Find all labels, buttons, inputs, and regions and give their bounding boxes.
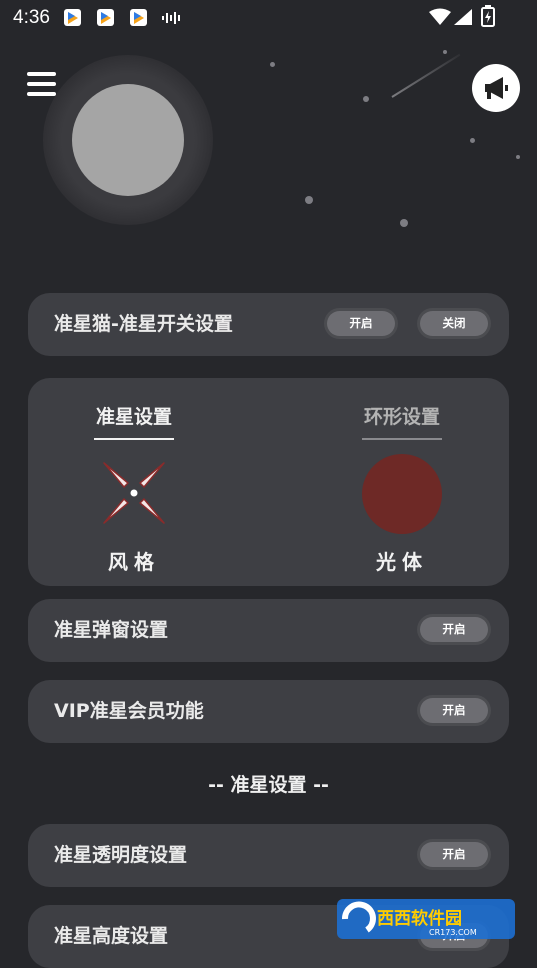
- app-badge-icon: [64, 9, 81, 26]
- megaphone-icon: [485, 77, 508, 99]
- crosshair-style-card: 准星设置 环形设置 风格 光体: [28, 378, 509, 586]
- opacity-settings-row: 准星透明度设置 开启: [28, 824, 509, 887]
- star-dot: [305, 196, 313, 204]
- star-dot: [516, 155, 520, 159]
- star-dot: [470, 138, 475, 143]
- popup-enable-button[interactable]: 开启: [420, 617, 488, 642]
- popup-settings-label: 准星弹窗设置: [54, 619, 169, 641]
- wifi-icon: [429, 8, 451, 25]
- app-badge-icon: [130, 9, 147, 26]
- status-bar: 4:36: [0, 0, 537, 36]
- active-tab-underline: [94, 438, 174, 440]
- app-badge-icon: [97, 9, 114, 26]
- sound-wave-icon: [162, 12, 180, 24]
- status-time: 4:36: [13, 7, 50, 28]
- tab-crosshair-settings[interactable]: 准星设置: [79, 402, 189, 429]
- height-settings-label: 准星高度设置: [54, 925, 169, 947]
- opacity-enable-button[interactable]: 开启: [420, 842, 488, 867]
- switch-settings-row: 准星猫-准星开关设置 开启 关闭: [28, 293, 509, 356]
- light-body-caption: 光体: [376, 550, 428, 574]
- star-dot: [400, 219, 408, 227]
- announcement-button[interactable]: [472, 64, 520, 112]
- style-caption: 风格: [108, 550, 160, 574]
- battery-charging-icon: [481, 5, 495, 27]
- section-title: -- 准星设置 --: [208, 774, 329, 796]
- ring-color-preview[interactable]: [362, 454, 442, 534]
- star-dot: [270, 62, 275, 67]
- inactive-tab-underline: [362, 438, 442, 440]
- vip-feature-row: VIP准星会员功能 开启: [28, 680, 509, 743]
- switch-settings-label: 准星猫-准星开关设置: [54, 313, 233, 335]
- vip-enable-button[interactable]: 开启: [420, 698, 488, 723]
- tab-ring-settings[interactable]: 环形设置: [347, 402, 457, 429]
- signal-icon: [454, 9, 472, 25]
- crosshair-preview-icon[interactable]: [100, 459, 168, 527]
- opacity-settings-label: 准星透明度设置: [54, 844, 188, 866]
- star-dot: [443, 50, 447, 54]
- watermark-url: CR173.COM: [429, 928, 477, 937]
- watermark-logo: 西西软件园 CR173.COM: [337, 899, 515, 939]
- hamburger-menu-icon[interactable]: [27, 72, 56, 96]
- popup-settings-row: 准星弹窗设置 开启: [28, 599, 509, 662]
- avatar[interactable]: [72, 84, 184, 196]
- switch-on-button[interactable]: 开启: [327, 311, 395, 336]
- star-dot: [363, 96, 369, 102]
- vip-feature-label: VIP准星会员功能: [54, 700, 204, 722]
- watermark-brand: 西西软件园: [377, 908, 462, 929]
- switch-off-button[interactable]: 关闭: [420, 311, 488, 336]
